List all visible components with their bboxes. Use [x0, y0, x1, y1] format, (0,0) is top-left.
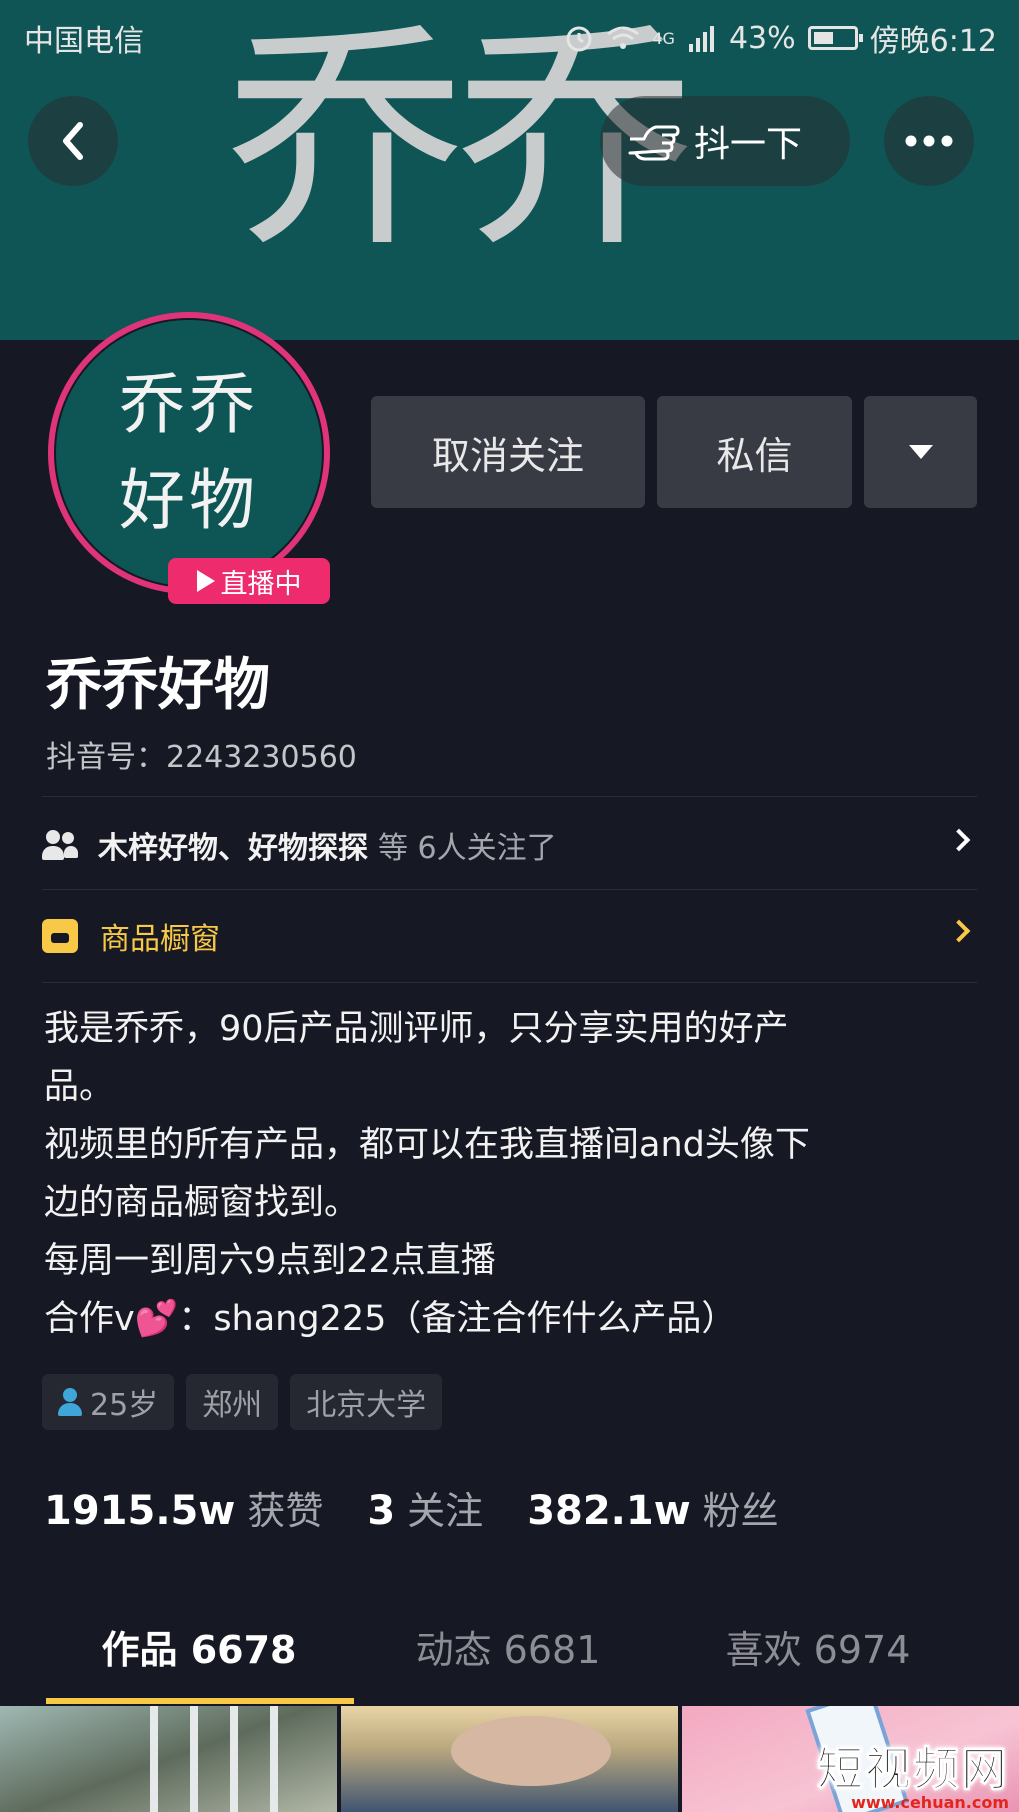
caret-down-icon [908, 445, 933, 459]
battery-percent: 43% [728, 20, 796, 56]
chevron-left-icon [63, 122, 83, 160]
likes-label: 获赞 [247, 1489, 324, 1533]
shop-window-label: 商品橱窗 [100, 922, 220, 957]
age-tag: 25岁 [42, 1374, 175, 1430]
video-thumbnail[interactable] [0, 1706, 337, 1812]
bio-line: 视频里的所有产品，都可以在我直播间and头像下 [44, 1125, 810, 1165]
avatar[interactable]: 乔乔 好物 [56, 320, 322, 586]
content-tabs: 作品 6678 动态 6681 喜欢 6974 [0, 1612, 1019, 1702]
network-type: 4G [652, 28, 675, 48]
tab-likes[interactable]: 喜欢 6974 [665, 1612, 971, 1688]
fans-label[interactable]: 粉丝 [703, 1480, 779, 1535]
shop-window-row[interactable]: 商品橱窗 [42, 891, 977, 981]
live-badge[interactable]: 直播中 [168, 558, 330, 604]
signal-icon [688, 26, 714, 52]
profile-tags: 25岁 郑州 北京大学 [42, 1374, 443, 1430]
bio-line: 我是乔乔，90后产品测评师，只分享实用的好产 [44, 1009, 789, 1049]
video-thumbnail[interactable] [341, 1706, 678, 1812]
person-icon [58, 1388, 82, 1416]
bio-contact-prefix: 合作v [44, 1299, 135, 1339]
shake-button[interactable]: 抖一下 [600, 96, 850, 186]
likes-count: 1915.5w [44, 1488, 236, 1534]
more-options-button[interactable] [884, 96, 974, 186]
divider [42, 796, 977, 797]
tab-dynamics[interactable]: 动态 6681 [355, 1612, 661, 1688]
nickname: 乔乔好物 [46, 653, 270, 718]
ellipsis-icon [905, 135, 953, 147]
play-icon [196, 570, 215, 592]
status-time: 傍晚6:12 [869, 24, 997, 59]
watermark: 短视频网 www.cehuan.com [817, 1733, 1010, 1812]
followed-by-names: 木梓好物、好物探探 [98, 831, 368, 866]
live-badge-label: 直播中 [220, 568, 302, 600]
avatar-text-line-2: 好物 [119, 462, 259, 539]
mutual-follow-row[interactable]: 木梓好物、好物探探 等 6人关注了 [42, 800, 977, 890]
active-tab-indicator [46, 1698, 354, 1704]
douyin-id: 抖音号：2243230560 [46, 740, 357, 775]
status-bar: 中国电信 4G 43% 傍晚6:12 [0, 0, 1019, 70]
profile-stats: 1915.5w 获赞 3 关注 382.1w 粉丝 [44, 1480, 823, 1535]
chevron-right-icon [947, 919, 971, 943]
back-button[interactable] [28, 96, 118, 186]
divider [42, 982, 977, 983]
wifi-icon [607, 26, 640, 49]
bio: 我是乔乔，90后产品测评师，只分享实用的好产 品。 视频里的所有产品，都可以在我… [44, 1000, 979, 1348]
recommend-dropdown-button[interactable] [864, 396, 977, 508]
alarm-icon [566, 26, 592, 52]
carrier-name: 中国电信 [24, 24, 144, 59]
avatar-text-line-1: 乔乔 [119, 366, 259, 443]
bio-line: 品。 [44, 1067, 115, 1107]
bio-line: 合作v💕：shang225（备注合作什么产品） [44, 1290, 979, 1348]
message-button[interactable]: 私信 [657, 396, 852, 508]
followed-by-count: 等 6人关注了 [378, 831, 557, 866]
divider [42, 889, 977, 890]
status-right: 4G 43% 傍晚6:12 [564, 16, 997, 60]
bio-line: 每周一到周六9点到22点直播 [44, 1241, 496, 1281]
battery-icon [807, 26, 863, 50]
unfollow-button[interactable]: 取消关注 [371, 396, 645, 508]
age-tag-label: 25岁 [90, 1388, 159, 1423]
heart-emoji: 💕 [134, 1299, 179, 1339]
shop-icon [42, 919, 78, 953]
people-icon [42, 830, 78, 860]
fans-count[interactable]: 382.1w [527, 1488, 690, 1534]
following-label[interactable]: 关注 [407, 1480, 483, 1535]
school-tag: 北京大学 [290, 1374, 443, 1430]
bio-line: 边的商品橱窗找到。 [44, 1183, 360, 1223]
city-tag: 郑州 [186, 1374, 279, 1430]
tab-works[interactable]: 作品 6678 [46, 1612, 352, 1688]
watermark-text: 短视频网 [817, 1742, 1009, 1797]
bio-contact-text: ：shang225（备注合作什么产品） [178, 1299, 737, 1339]
hand-point-icon [628, 125, 680, 161]
following-count[interactable]: 3 [367, 1488, 395, 1534]
chevron-right-icon [947, 828, 971, 852]
shake-label: 抖一下 [694, 124, 803, 165]
